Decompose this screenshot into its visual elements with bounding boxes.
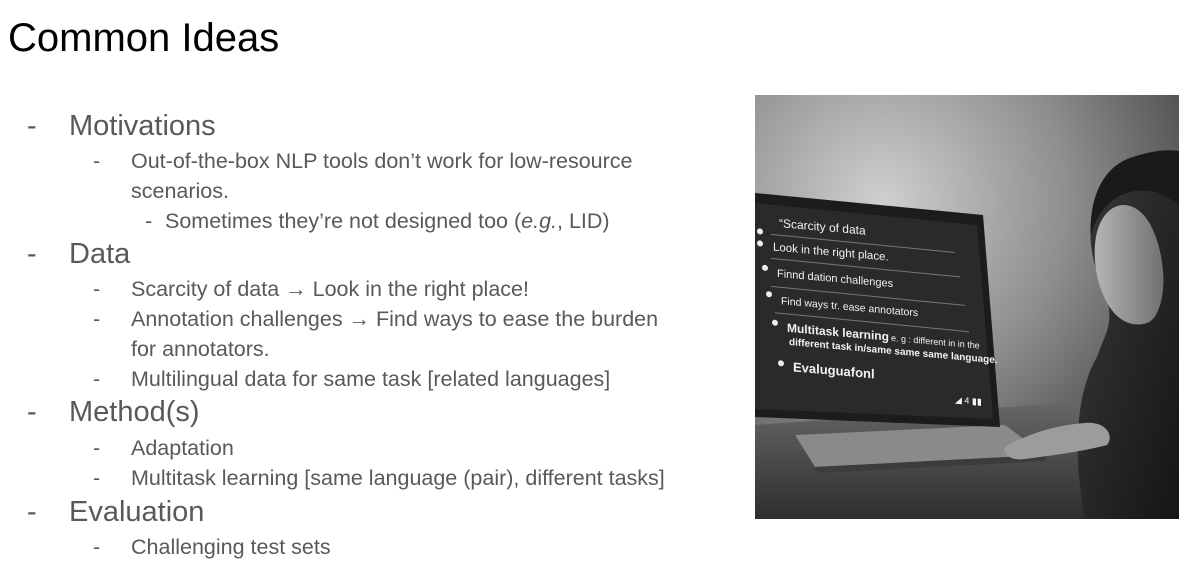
bullet-dash: - (93, 277, 101, 301)
heading-text: Method(s) (69, 396, 200, 428)
laptop-photo-illustration: “Scarcity of data Look in the right plac… (755, 95, 1179, 519)
data-item-2-continued: for annotators. (131, 335, 270, 363)
bullet-dash: - (27, 396, 37, 428)
item-text: for annotators. (131, 337, 270, 361)
item-text: Adaptation (131, 436, 234, 460)
bullet-dash: - (93, 149, 101, 173)
motivations-subitem: - Sometimes they’re not designed too (e.… (145, 207, 610, 235)
subitem-text-italic: e.g. (521, 209, 558, 233)
methods-item-1: - Adaptation (93, 434, 234, 462)
subitem-text-pre: Sometimes they’re not designed too ( (165, 209, 522, 233)
heading-evaluation: - Evaluation (27, 496, 205, 528)
data-item-2: - Annotation challenges → Find ways to e… (93, 305, 659, 333)
item-text: Out-of-the-box NLP tools don’t work for … (131, 149, 633, 173)
item-text: Scarcity of data → Look in the right pla… (131, 277, 529, 301)
heading-text: Data (69, 238, 131, 270)
item-text: scenarios. (131, 179, 229, 203)
bullet-dash: - (93, 535, 101, 559)
item-text: Challenging test sets (131, 535, 331, 559)
bullet-dash: - (27, 496, 37, 528)
data-item-1: - Scarcity of data → Look in the right p… (93, 275, 529, 303)
heading-methods: - Method(s) (27, 396, 200, 428)
bullet-dash: - (27, 238, 37, 270)
motivations-item-1: - Out-of-the-box NLP tools don’t work fo… (93, 147, 633, 175)
heading-motivations: - Motivations (27, 110, 216, 142)
bullet-dash: - (93, 466, 101, 490)
laptop-photo: “Scarcity of data Look in the right plac… (755, 95, 1179, 519)
motivations-item-1-continued: scenarios. (131, 177, 229, 205)
heading-data: - Data (27, 238, 131, 270)
bullet-dash: - (145, 209, 153, 233)
bullet-dash: - (27, 110, 37, 142)
heading-text: Motivations (69, 110, 216, 142)
bullet-dash: - (93, 367, 101, 391)
subitem-text-post: , LID) (557, 209, 610, 233)
methods-item-2: - Multitask learning [same language (pai… (93, 464, 665, 492)
slide-title: Common Ideas (8, 16, 280, 60)
evaluation-item-1: - Challenging test sets (93, 533, 331, 561)
item-text: Multilingual data for same task [related… (131, 367, 611, 391)
heading-text: Evaluation (69, 496, 205, 528)
bullet-dash: - (93, 307, 101, 331)
bullet-dash: - (93, 436, 101, 460)
data-item-3: - Multilingual data for same task [relat… (93, 365, 611, 393)
item-text: Annotation challenges → Find ways to eas… (131, 307, 659, 331)
item-text: Multitask learning [same language (pair)… (131, 466, 665, 490)
